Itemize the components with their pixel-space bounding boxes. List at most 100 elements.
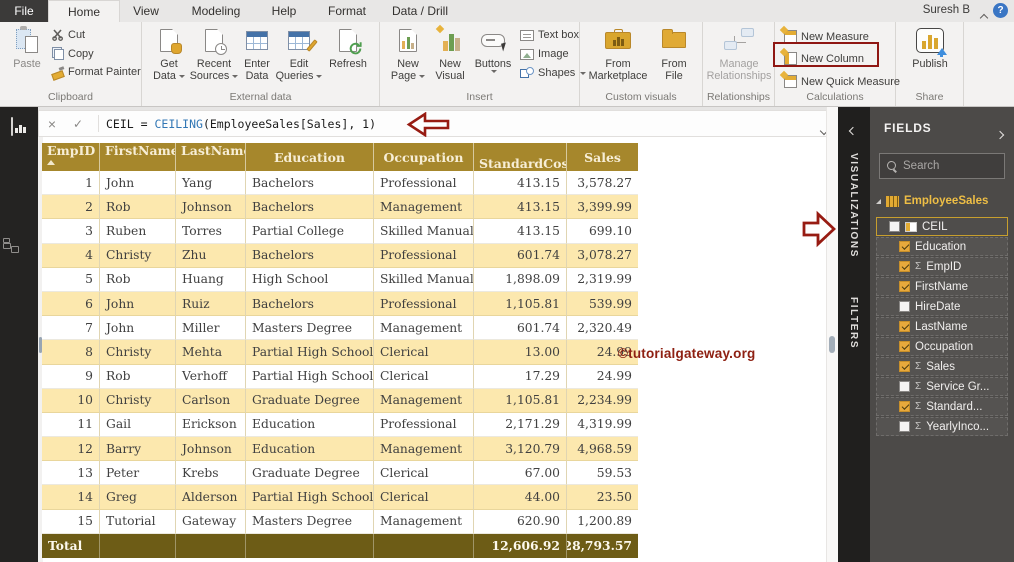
field-item-education[interactable]: Education [876, 237, 1008, 256]
field-checkbox[interactable] [899, 401, 910, 412]
table-header-cell[interactable]: StandardCost [474, 143, 567, 171]
table-cell: 413.15 [474, 219, 567, 244]
format-painter-button[interactable]: Format Painter [52, 66, 141, 78]
copy-button[interactable]: Copy [52, 47, 94, 60]
table-row[interactable]: 13 Peter Krebs Graduate Degree Clerical 67.00… [42, 461, 638, 486]
search-input[interactable] [903, 160, 993, 172]
table-cell: 620.90 [474, 509, 567, 534]
expand-triangle-icon[interactable] [876, 198, 881, 204]
table-header-cell[interactable]: FirstName [100, 143, 176, 171]
table-cell: Ruiz [176, 291, 246, 317]
field-item-lastname[interactable]: LastName [876, 317, 1008, 336]
field-item-standard-[interactable]: Σ Standard... [876, 397, 1008, 416]
publish-button[interactable]: Publish [908, 25, 952, 70]
table-row[interactable]: 6 John Ruiz Bachelors Professional 1,105.81 53… [42, 291, 638, 317]
fields-search-box[interactable] [879, 153, 1005, 179]
table-header-cell[interactable]: Occupation [374, 143, 474, 171]
column-header-label: EmpID [47, 143, 96, 158]
text-box-button[interactable]: Text box [520, 29, 579, 41]
table-cell: Partial High School [246, 340, 374, 365]
formula-input[interactable]: CEIL = CEILING(EmployeeSales[Sales], 1) [106, 117, 376, 131]
table-row[interactable]: 3 Ruben Torres Partial College Skilled Manua… [42, 219, 638, 244]
report-view-button[interactable] [11, 117, 26, 136]
scissors-icon [52, 29, 63, 41]
table-row[interactable]: 14 Greg Alderson Partial High School Clerica… [42, 485, 638, 510]
refresh-button[interactable]: Refresh [324, 25, 372, 70]
field-item-empid[interactable]: Σ EmpID [876, 257, 1008, 276]
canvas-right-scrollbar-thumb[interactable] [829, 336, 835, 353]
edit-queries-icon [288, 30, 318, 52]
table-row[interactable]: 15 Tutorial Gateway Masters Degree Managemen… [42, 509, 638, 534]
field-checkbox[interactable] [899, 361, 910, 372]
table-row[interactable]: 2 Rob Johnson Bachelors Management 413.15 3,39… [42, 195, 638, 220]
field-item-ceil[interactable]: CEIL [876, 217, 1008, 236]
tab-modeling[interactable]: Modeling [180, 0, 252, 22]
sigma-icon: Σ [915, 400, 922, 412]
field-checkbox[interactable] [899, 321, 910, 332]
total-cell [176, 533, 246, 558]
field-item-hiredate[interactable]: HireDate [876, 297, 1008, 316]
field-checkbox[interactable] [899, 281, 910, 292]
field-checkbox[interactable] [899, 341, 910, 352]
table-header-cell[interactable]: LastName [176, 143, 246, 171]
format-painter-icon [52, 67, 64, 77]
table-row[interactable]: 10 Christy Carlson Graduate Degree Managemen… [42, 388, 638, 413]
table-row[interactable]: 8 Christy Mehta Partial High School Clerical… [42, 340, 638, 365]
table-row[interactable]: 11 Gail Erickson Education Professional 2,171… [42, 412, 638, 438]
help-icon[interactable]: ? [993, 3, 1008, 18]
field-item-yearlyinco-[interactable]: Σ YearlyInco... [876, 417, 1008, 436]
field-item-firstname[interactable]: FirstName [876, 277, 1008, 296]
from-marketplace-button[interactable]: From Marketplace [586, 25, 650, 82]
new-quick-measure-button[interactable]: New Quick Measure [779, 70, 900, 88]
from-file-button[interactable]: From File [654, 25, 694, 82]
table-row[interactable]: 4 Christy Zhu Bachelors Professional 601.74 3,… [42, 243, 638, 268]
table-header-cell[interactable]: EmpID [42, 143, 100, 171]
table-visual[interactable]: EmpID FirstName LastName Education Occupatio… [42, 143, 638, 558]
edit-queries-button[interactable]: Edit Queries [276, 25, 323, 82]
field-checkbox[interactable] [899, 241, 910, 252]
collapse-fields-pane-button[interactable] [995, 125, 1005, 143]
table-cell: Professional [374, 171, 474, 196]
field-checkbox[interactable] [899, 421, 910, 432]
table-row[interactable]: 5 Rob Huang High School Skilled Manual 1,898.… [42, 267, 638, 292]
expand-pane-button[interactable] [848, 121, 858, 139]
buttons-icon [481, 33, 508, 52]
table-row[interactable]: 12 Barry Johnson Education Management 3,120.7… [42, 437, 638, 462]
field-item-sales[interactable]: Σ Sales [876, 357, 1008, 376]
buttons-button[interactable]: Buttons [472, 25, 514, 73]
tab-format[interactable]: Format [316, 0, 378, 22]
field-checkbox[interactable] [899, 301, 910, 312]
field-item-occupation[interactable]: Occupation [876, 337, 1008, 356]
field-checkbox[interactable] [899, 381, 910, 392]
field-item-service-gr-[interactable]: Σ Service Gr... [876, 377, 1008, 396]
table-row[interactable]: 1 John Yang Bachelors Professional 413.15 3,57… [42, 171, 638, 196]
cut-button[interactable]: Cut [52, 29, 85, 41]
new-page-button[interactable]: New Page [388, 25, 428, 82]
field-checkbox[interactable] [899, 261, 910, 272]
table-row[interactable]: 7 John Miller Masters Degree Management 601.7… [42, 316, 638, 341]
paste-button[interactable]: Paste [8, 25, 46, 70]
tab-visualizations[interactable]: VISUALIZATIONS [848, 153, 859, 258]
dataset-table-item[interactable]: EmployeeSales [876, 195, 988, 207]
tab-filters[interactable]: FILTERS [848, 297, 859, 349]
ribbon-group-external-data: Get Data Recent Sources Enter Data Edit … [142, 22, 380, 106]
table-header-cell[interactable]: Education [246, 143, 374, 171]
shapes-button[interactable]: Shapes [520, 67, 587, 79]
formula-cancel-icon[interactable]: × [39, 116, 65, 132]
tab-home[interactable]: Home [48, 0, 120, 22]
get-data-button[interactable]: Get Data [148, 25, 190, 82]
image-button[interactable]: Image [520, 48, 569, 60]
new-visual-button[interactable]: New Visual [430, 24, 470, 82]
tab-help[interactable]: Help [254, 0, 314, 22]
manage-relationships-button[interactable]: Manage Relationships [707, 25, 771, 82]
table-row[interactable]: 9 Rob Verhoff Partial High School Clerical 17… [42, 364, 638, 389]
formula-commit-icon[interactable]: ✓ [65, 117, 91, 131]
tab-file[interactable]: File [0, 0, 48, 22]
field-checkbox[interactable] [889, 221, 900, 232]
tab-data-drill[interactable]: Data / Drill [380, 0, 460, 22]
signed-in-user[interactable]: Suresh B [923, 4, 970, 16]
recent-sources-button[interactable]: Recent Sources [190, 25, 239, 82]
enter-data-button[interactable]: Enter Data [238, 25, 276, 82]
tab-view[interactable]: View [120, 0, 172, 22]
table-header-cell[interactable]: Sales [567, 143, 638, 171]
